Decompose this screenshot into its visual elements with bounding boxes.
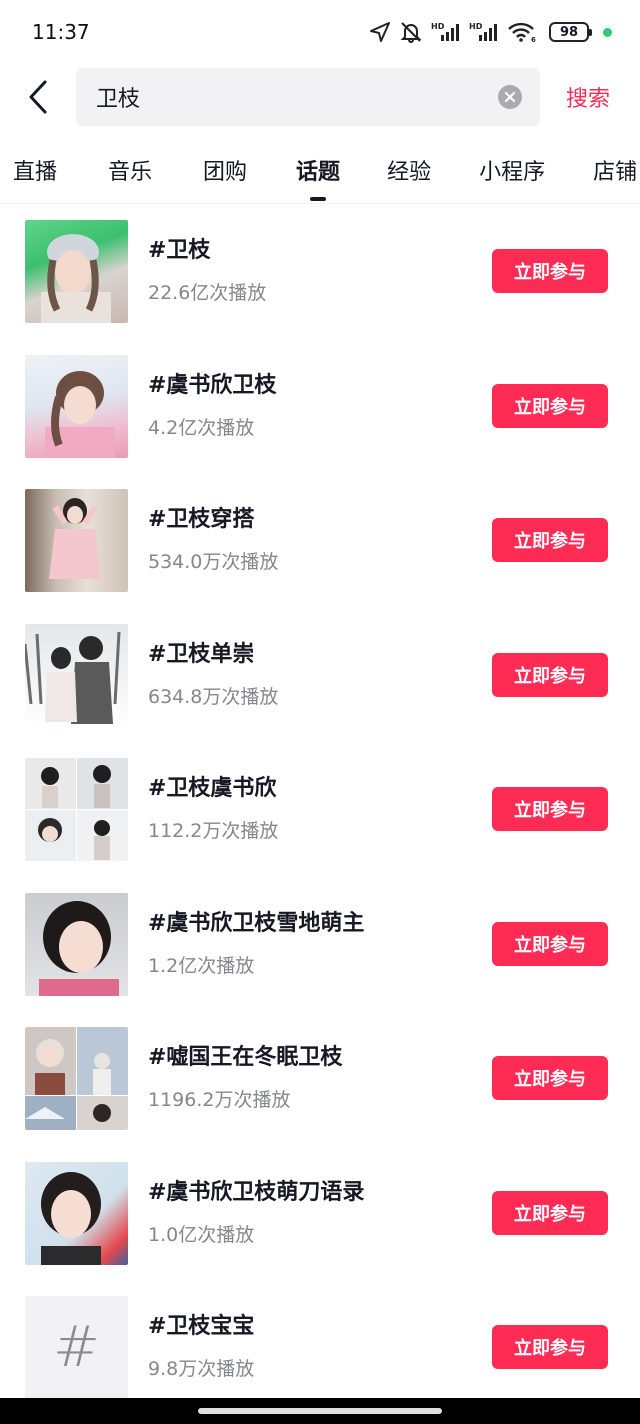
topic-title: #虞书欣卫枝萌刀语录 xyxy=(148,1179,365,1205)
list-item[interactable]: #卫枝单崇 634.8万次播放 立即参与 xyxy=(0,622,640,757)
wifi-6-label: 6 xyxy=(531,36,536,43)
join-button[interactable]: 立即参与 xyxy=(492,921,608,966)
tab-stores[interactable]: 店铺 xyxy=(593,140,637,203)
topic-plays: 634.8万次播放 xyxy=(148,685,279,708)
search-header: 卫枝 搜索 xyxy=(0,66,640,128)
join-button[interactable]: 立即参与 xyxy=(492,787,608,831)
mute-bell-icon xyxy=(399,21,423,43)
join-button[interactable]: 立即参与 xyxy=(492,1056,608,1100)
join-button[interactable]: 立即参与 xyxy=(492,383,608,428)
topic-plays: 1196.2万次播放 xyxy=(148,1089,291,1111)
topic-title: #卫枝虞书欣 xyxy=(148,776,277,801)
list-item[interactable]: #卫枝虞书欣 112.2万次播放 立即参与 xyxy=(0,756,640,891)
battery-indicator: 98 xyxy=(549,22,592,42)
join-button[interactable]: 立即参与 xyxy=(492,1190,608,1235)
topic-title: #卫枝穿搭 xyxy=(148,507,255,532)
privacy-dot-icon xyxy=(603,27,612,37)
tab-experience[interactable]: 经验 xyxy=(387,140,431,203)
list-item[interactable]: #虞书欣卫枝雪地萌主 1.2亿次播放 立即参与 xyxy=(0,891,640,1026)
topic-thumbnail xyxy=(25,354,128,458)
topic-thumbnail xyxy=(25,1027,128,1130)
topic-title: #卫枝单崇 xyxy=(148,641,255,667)
topic-title: #卫枝宝宝 xyxy=(148,1314,255,1339)
signal-icon: HD xyxy=(431,21,461,43)
join-button[interactable]: 立即参与 xyxy=(492,1325,608,1369)
signal-icon-2: HD xyxy=(469,21,499,43)
back-button[interactable] xyxy=(0,66,76,128)
location-arrow-icon xyxy=(369,21,391,43)
gesture-bar xyxy=(0,1398,640,1424)
status-bar: 11:37 HD HD 6 98 xyxy=(0,0,640,64)
signal-hd-label-2: HD xyxy=(469,22,483,31)
topic-plays: 4.2亿次播放 xyxy=(148,416,255,439)
status-icons: HD HD 6 98 xyxy=(369,21,612,43)
topic-plays: 1.0亿次播放 xyxy=(148,1223,255,1246)
wifi-icon: 6 xyxy=(507,21,537,43)
category-tabs: 直播 音乐 团购 话题 经验 小程序 店铺 xyxy=(0,140,640,204)
chevron-left-icon xyxy=(29,80,47,114)
list-item[interactable]: #卫枝 22.6亿次播放 立即参与 xyxy=(0,218,640,353)
home-indicator[interactable] xyxy=(198,1408,442,1414)
topic-thumbnail xyxy=(25,489,128,592)
join-button[interactable]: 立即参与 xyxy=(492,652,608,697)
topic-thumbnail xyxy=(25,220,128,323)
signal-hd-label: HD xyxy=(431,22,445,31)
join-button[interactable]: 立即参与 xyxy=(492,518,608,562)
topic-thumbnail xyxy=(25,623,128,727)
topic-title: #虞书欣卫枝雪地萌主 xyxy=(148,910,365,936)
topic-title: #虞书欣卫枝 xyxy=(148,372,277,398)
tab-topics[interactable]: 话题 xyxy=(296,140,340,203)
tab-mini-programs[interactable]: 小程序 xyxy=(479,140,545,203)
topic-thumbnail xyxy=(25,1161,128,1265)
search-input[interactable]: 卫枝 xyxy=(76,68,540,126)
topic-thumbnail xyxy=(25,758,128,861)
topic-plays: 534.0万次播放 xyxy=(148,551,279,573)
search-button[interactable]: 搜索 xyxy=(566,81,610,113)
tab-group-buy[interactable]: 团购 xyxy=(203,140,247,203)
topic-plays: 1.2亿次播放 xyxy=(148,954,255,977)
topic-plays: 9.8万次播放 xyxy=(148,1358,255,1380)
tab-music[interactable]: 音乐 xyxy=(108,140,152,203)
topic-title: #嘘国王在冬眠卫枝 xyxy=(148,1045,343,1070)
tab-live[interactable]: 直播 xyxy=(13,140,57,203)
topic-list: #卫枝 22.6亿次播放 立即参与 #虞书欣卫枝 4.2亿次播放 立即参与 #卫… xyxy=(0,218,640,1424)
topic-title: #卫枝 xyxy=(148,238,211,263)
list-item[interactable]: #虞书欣卫枝 4.2亿次播放 立即参与 xyxy=(0,353,640,488)
list-item[interactable]: #虞书欣卫枝萌刀语录 1.0亿次播放 立即参与 xyxy=(0,1160,640,1295)
screen: 11:37 HD HD 6 98 卫枝 搜索 直播 音乐 团购 话题 经验 小程… xyxy=(0,0,640,1424)
list-item[interactable]: #卫枝穿搭 534.0万次播放 立即参与 xyxy=(0,487,640,622)
list-item[interactable]: #嘘国王在冬眠卫枝 1196.2万次播放 立即参与 xyxy=(0,1025,640,1160)
hashtag-icon: # xyxy=(25,1296,128,1399)
topic-thumbnail xyxy=(25,892,128,996)
join-button[interactable]: 立即参与 xyxy=(492,249,608,293)
search-query: 卫枝 xyxy=(96,87,141,112)
clear-icon[interactable] xyxy=(498,85,522,109)
topic-plays: 22.6亿次播放 xyxy=(148,282,267,304)
status-time: 11:37 xyxy=(32,20,90,44)
topic-plays: 112.2万次播放 xyxy=(148,820,279,842)
